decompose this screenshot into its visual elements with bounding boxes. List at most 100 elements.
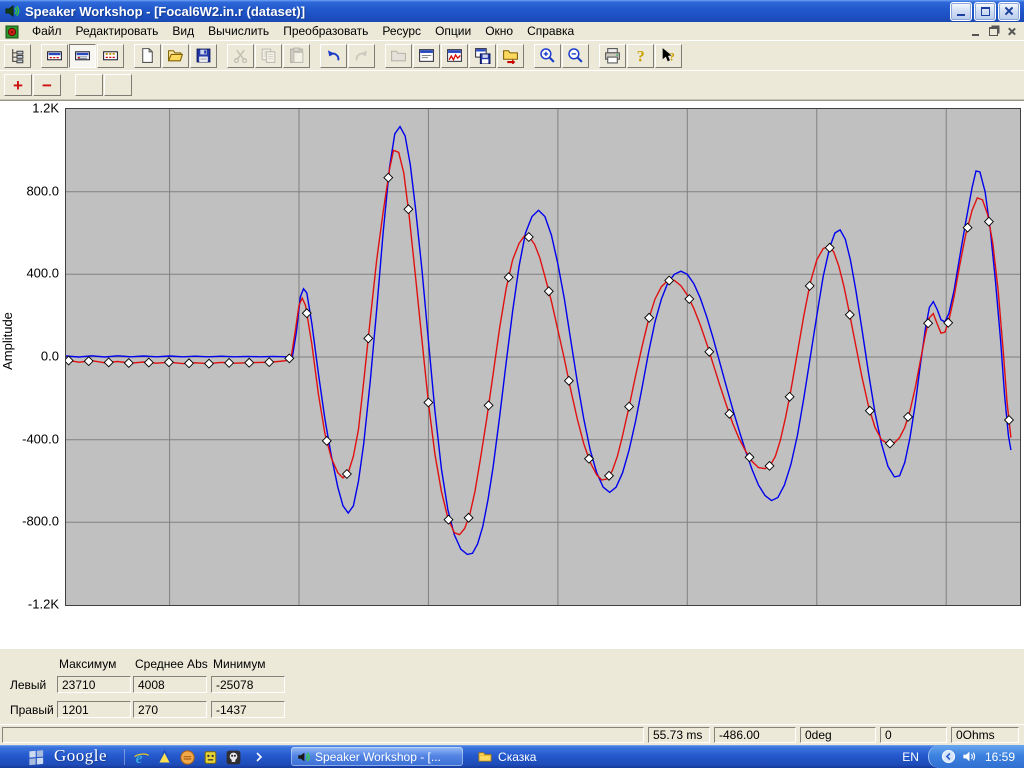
data-point-marker[interactable] — [805, 282, 814, 291]
stats-value-field[interactable]: -1437 — [211, 701, 285, 718]
data-point-marker[interactable] — [765, 462, 774, 471]
window-title: Speaker Workshop - [Focal6W2.in.r (datas… — [25, 4, 948, 19]
windows-flag-icon[interactable] — [27, 748, 46, 765]
quick-launch-expand-icon[interactable] — [253, 750, 265, 764]
volume-icon[interactable] — [961, 749, 977, 764]
child-close-button[interactable] — [1004, 25, 1019, 38]
tray-collapse-icon[interactable] — [941, 749, 956, 764]
document-icon[interactable] — [4, 24, 20, 39]
taskbar-button-speaker-workshop[interactable]: Speaker Workshop - [... — [291, 747, 463, 766]
save-file-button[interactable] — [190, 44, 217, 68]
child-window-controls — [968, 25, 1024, 38]
menu-item-вид[interactable]: Вид — [165, 23, 201, 40]
data-point-marker[interactable] — [424, 398, 433, 407]
data-point-marker[interactable] — [725, 409, 734, 418]
data-point-marker[interactable] — [625, 402, 634, 411]
data-point-marker[interactable] — [225, 359, 234, 368]
stats-value-field[interactable]: 270 — [133, 701, 207, 718]
stats-header: Максимум — [59, 657, 116, 671]
menu-item-справка[interactable]: Справка — [520, 23, 581, 40]
taskbar-item-skazka[interactable]: Сказка — [477, 749, 536, 764]
view-combo-button[interactable] — [97, 44, 124, 68]
data-point-marker[interactable] — [1005, 416, 1014, 425]
minimize-button[interactable] — [950, 2, 972, 21]
export-data-button[interactable] — [497, 44, 524, 68]
delta-icon[interactable] — [156, 749, 173, 765]
menu-item-файл[interactable]: Файл — [25, 23, 69, 40]
remove-point-button[interactable]: − — [33, 74, 61, 96]
edit-points-toolbar: +− — [0, 70, 1024, 100]
menu-item-окно[interactable]: Окно — [478, 23, 520, 40]
data-point-marker[interactable] — [205, 359, 214, 368]
data-point-marker[interactable] — [544, 287, 553, 296]
context-help-button[interactable]: ? — [655, 44, 682, 68]
data-point-marker[interactable] — [924, 319, 933, 328]
data-point-marker[interactable] — [645, 313, 654, 322]
restore-button[interactable] — [974, 2, 996, 21]
redo-icon — [353, 47, 370, 64]
data-point-marker[interactable] — [944, 318, 953, 327]
menu-item-редактировать[interactable]: Редактировать — [69, 23, 166, 40]
stats-value-field[interactable]: 1201 — [57, 701, 131, 718]
menu-item-ресурс[interactable]: Ресурс — [375, 23, 428, 40]
status-bar: 55.73 ms-486.000deg00Ohms — [0, 724, 1024, 745]
hand-icon[interactable] — [179, 749, 196, 765]
child-minimize-button[interactable] — [968, 25, 983, 38]
zoom-out-button[interactable] — [562, 44, 589, 68]
save-chart-button[interactable] — [469, 44, 496, 68]
data-point-marker[interactable] — [985, 217, 994, 226]
data-point-marker[interactable] — [565, 376, 574, 385]
data-point-marker[interactable] — [484, 401, 493, 410]
chart-window-button[interactable] — [441, 44, 468, 68]
stats-value-field[interactable]: 4008 — [133, 676, 207, 693]
print-button[interactable] — [599, 44, 626, 68]
data-point-marker[interactable] — [124, 359, 133, 368]
view-chart-button[interactable] — [69, 44, 96, 68]
internet-explorer-icon[interactable]: e — [133, 749, 150, 765]
child-restore-button[interactable] — [986, 25, 1001, 38]
data-point-marker[interactable] — [705, 347, 714, 356]
add-point-button[interactable]: + — [4, 74, 32, 96]
stats-value-field[interactable]: -25078 — [211, 676, 285, 693]
skull-icon[interactable] — [225, 749, 242, 765]
data-point-marker[interactable] — [785, 392, 794, 401]
data-point-marker[interactable] — [685, 295, 694, 304]
data-point-marker[interactable] — [165, 358, 174, 367]
menu-item-вычислить[interactable]: Вычислить — [201, 23, 276, 40]
data-point-marker[interactable] — [904, 413, 913, 422]
data-point-marker[interactable] — [84, 357, 93, 366]
view-datasheet-button[interactable] — [41, 44, 68, 68]
open-file-button[interactable] — [162, 44, 189, 68]
data-point-marker[interactable] — [185, 359, 194, 368]
undo-button[interactable] — [320, 44, 347, 68]
folder-out-icon — [502, 47, 519, 64]
data-point-marker[interactable] — [384, 173, 393, 182]
reference-curve-blue — [66, 127, 1011, 555]
data-point-marker[interactable] — [265, 358, 274, 367]
tree-view-button[interactable] — [4, 44, 31, 68]
data-point-marker[interactable] — [865, 406, 874, 415]
data-point-marker[interactable] — [464, 513, 473, 522]
child-restore-icon — [989, 27, 998, 36]
new-file-button[interactable] — [134, 44, 161, 68]
google-deskbar-logo[interactable]: Google — [54, 746, 107, 766]
zoom-in-button[interactable] — [534, 44, 561, 68]
menu-item-преобразовать[interactable]: Преобразовать — [276, 23, 375, 40]
data-point-marker[interactable] — [144, 358, 153, 367]
properties-window-button[interactable] — [413, 44, 440, 68]
language-indicator[interactable]: EN — [893, 750, 928, 764]
data-point-marker[interactable] — [104, 358, 113, 367]
help-button[interactable]: ? — [627, 44, 654, 68]
data-point-marker[interactable] — [845, 310, 854, 319]
close-button[interactable] — [998, 2, 1020, 21]
menu-item-опции[interactable]: Опции — [428, 23, 478, 40]
stats-row-label: Правый — [10, 703, 54, 717]
data-point-marker[interactable] — [245, 358, 254, 367]
data-point-marker[interactable] — [886, 439, 895, 448]
data-point-marker[interactable] — [404, 205, 413, 214]
stats-value-field[interactable]: 23710 — [57, 676, 131, 693]
clock[interactable]: 16:59 — [985, 750, 1015, 764]
data-point-marker[interactable] — [364, 334, 373, 343]
waveform-plot[interactable] — [65, 108, 1021, 606]
robot-icon[interactable] — [202, 749, 219, 765]
